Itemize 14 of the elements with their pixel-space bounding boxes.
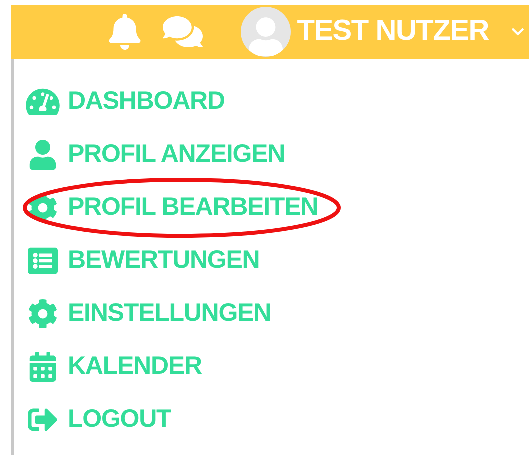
gear-icon (26, 299, 60, 329)
gauge-icon (26, 87, 60, 117)
menu-link[interactable]: PROFIL ANZEIGEN (68, 136, 286, 174)
chat-icon[interactable] (163, 14, 204, 50)
menu-link[interactable]: KALENDER (68, 348, 202, 386)
gear-icon (26, 193, 60, 223)
avatar-icon (241, 7, 292, 57)
menu-link[interactable]: EINSTELLUNGEN (68, 295, 271, 333)
menu-link[interactable]: DASHBOARD (68, 83, 225, 121)
user-name[interactable]: TEST NUTZER (297, 10, 489, 54)
notification-icon[interactable] (107, 14, 144, 50)
menu-link[interactable]: BEWERTUNGEN (68, 242, 260, 280)
menu-link[interactable]: LOGOUT (68, 401, 172, 439)
list-icon (26, 246, 60, 276)
